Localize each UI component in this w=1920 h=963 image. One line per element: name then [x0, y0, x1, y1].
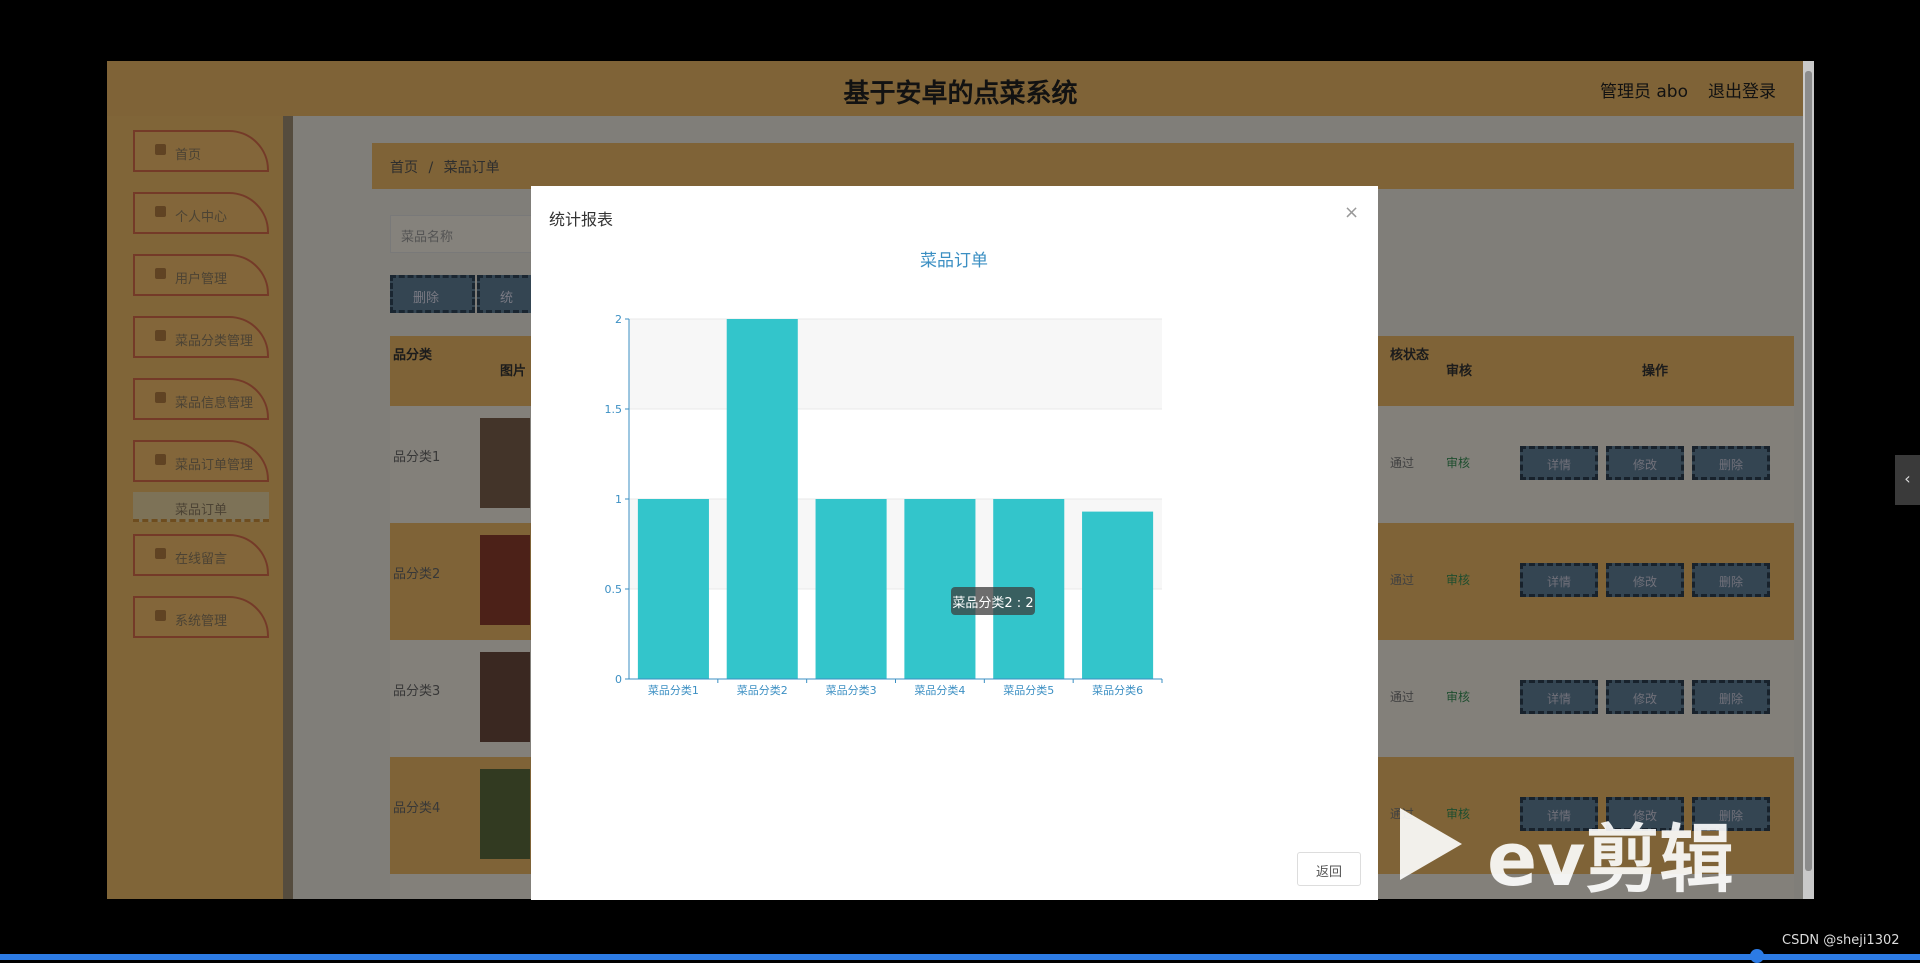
- y-tick-label: 1.5: [605, 403, 623, 416]
- bar[interactable]: [726, 319, 798, 679]
- close-icon[interactable]: ×: [1344, 202, 1359, 223]
- video-progress-bar[interactable]: [0, 954, 1920, 960]
- bar[interactable]: [637, 499, 709, 679]
- x-tick-label: 菜品分类2: [737, 683, 788, 697]
- x-tick-label: 菜品分类5: [1003, 683, 1054, 697]
- modal-title: 统计报表: [549, 210, 614, 229]
- x-tick-label: 菜品分类3: [826, 683, 877, 697]
- bar[interactable]: [815, 499, 887, 679]
- credit-text: CSDN @sheji1302: [1782, 933, 1900, 948]
- grid-band: [629, 319, 1162, 409]
- watermark: ev剪辑: [1487, 817, 1734, 903]
- chevron-left-icon[interactable]: ‹: [1895, 455, 1920, 505]
- chart-tooltip: 菜品分类2 : 2: [951, 587, 1035, 615]
- y-tick-label: 2: [615, 313, 622, 326]
- progress-knob[interactable]: [1750, 949, 1764, 963]
- y-tick-label: 0: [615, 673, 622, 686]
- x-tick-label: 菜品分类6: [1092, 683, 1143, 697]
- return-button[interactable]: 返回: [1297, 852, 1361, 886]
- y-tick-label: 1: [615, 493, 622, 506]
- y-tick-label: 0.5: [605, 583, 623, 596]
- page-scrollbar[interactable]: [1803, 61, 1814, 899]
- x-tick-label: 菜品分类4: [914, 683, 965, 697]
- stats-modal: 统计报表 × 菜品订单 0 0.5 1 1.5 2 菜品分类1 菜品分类2 菜品分类3 菜品分类…: [531, 186, 1378, 900]
- bar[interactable]: [1082, 511, 1154, 679]
- x-tick-label: 菜品分类1: [648, 683, 699, 697]
- scrollbar-thumb[interactable]: [1805, 71, 1812, 871]
- bar-chart: 菜品订单 0 0.5 1 1.5 2 菜品分类1 菜品分类2 菜品分类3 菜品分类4 菜品分类5 菜…: [605, 251, 1163, 697]
- chart-title: 菜品订单: [920, 251, 988, 271]
